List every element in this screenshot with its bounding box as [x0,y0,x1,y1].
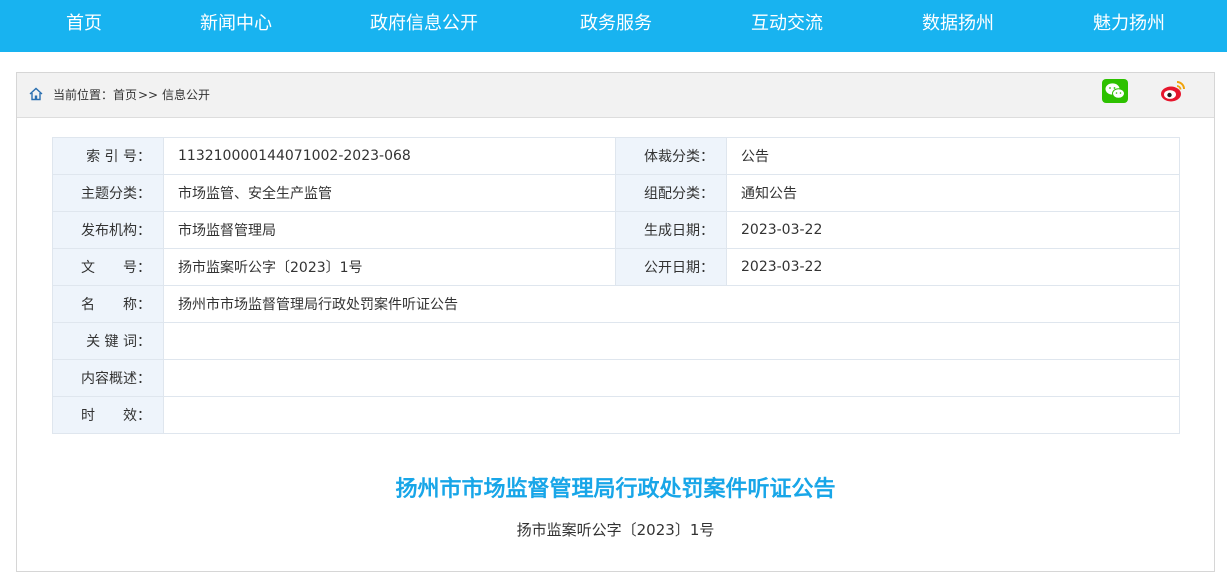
article-doc-number: 扬市监案听公字〔2023〕1号 [516,521,715,539]
nav-item-news[interactable]: 新闻中心 [190,0,282,48]
name-value: 扬州市市场监督管理局行政处罚案件听证公告 [163,285,1180,323]
public-date-label: 公开日期： [615,248,727,286]
table-row: 文 号： 扬市监案听公字〔2023〕1号 公开日期： 2023-03-22 [52,248,1180,286]
validity-value [163,396,1180,434]
breadcrumb-home-link[interactable]: 首页 [113,87,137,103]
article-title: 扬州市市场监督管理局行政处罚案件听证公告 [395,477,836,502]
content-panel: 当前位置： 首页 >> 信息公开 索 引 号： 1132100001440710… [16,72,1215,572]
breadcrumb-bar: 当前位置： 首页 >> 信息公开 [17,73,1214,118]
name-label: 名 称： [52,285,164,323]
keywords-value [163,322,1180,360]
publisher-value: 市场监督管理局 [163,211,616,249]
nav-item-home[interactable]: 首页 [48,0,120,48]
home-icon [29,87,43,101]
index-label: 索 引 号： [52,137,164,175]
nav-item-gov-info[interactable]: 政府信息公开 [358,0,490,48]
doc-number-value: 扬市监案听公字〔2023〕1号 [163,248,616,286]
summary-label: 内容概述： [52,359,164,397]
topic-value: 市场监管、安全生产监管 [163,174,616,212]
created-date-value: 2023-03-22 [726,211,1180,249]
breadcrumb-separator: >> [138,88,159,102]
nav-item-interaction[interactable]: 互动交流 [740,0,834,48]
index-value: 113210000144071002-2023-068 [163,137,616,175]
breadcrumb-prefix: 当前位置： [53,88,114,102]
keywords-label: 关 键 词： [52,322,164,360]
doc-number-label: 文 号： [52,248,164,286]
table-row: 索 引 号： 113210000144071002-2023-068 体裁分类：… [52,137,1180,175]
nav-item-data[interactable]: 数据扬州 [910,0,1006,48]
genre-label: 体裁分类： [615,137,727,175]
summary-value [163,359,1180,397]
top-nav: 首页 新闻中心 政府信息公开 政务服务 互动交流 数据扬州 魅力扬州 [0,0,1227,52]
nav-item-services[interactable]: 政务服务 [568,0,664,48]
org-category-label: 组配分类： [615,174,727,212]
public-date-value: 2023-03-22 [726,248,1180,286]
wechat-icon[interactable] [1101,78,1129,104]
created-date-label: 生成日期： [615,211,727,249]
topic-label: 主题分类： [52,174,164,212]
table-row: 主题分类： 市场监管、安全生产监管 组配分类： 通知公告 [52,174,1180,212]
genre-value: 公告 [726,137,1180,175]
weibo-icon[interactable] [1159,78,1187,104]
table-row: 关 键 词： [52,322,1180,360]
validity-label: 时 效： [52,396,164,434]
table-row: 发布机构： 市场监督管理局 生成日期： 2023-03-22 [52,211,1180,249]
publisher-label: 发布机构： [52,211,164,249]
table-row: 名 称： 扬州市市场监督管理局行政处罚案件听证公告 [52,285,1180,323]
org-category-value: 通知公告 [726,174,1180,212]
nav-item-charm[interactable]: 魅力扬州 [1081,0,1177,48]
document-info-table: 索 引 号： 113210000144071002-2023-068 体裁分类：… [52,137,1180,434]
table-row: 时 效： [52,396,1180,434]
breadcrumb-current[interactable]: 信息公开 [162,87,210,103]
table-row: 内容概述： [52,359,1180,397]
